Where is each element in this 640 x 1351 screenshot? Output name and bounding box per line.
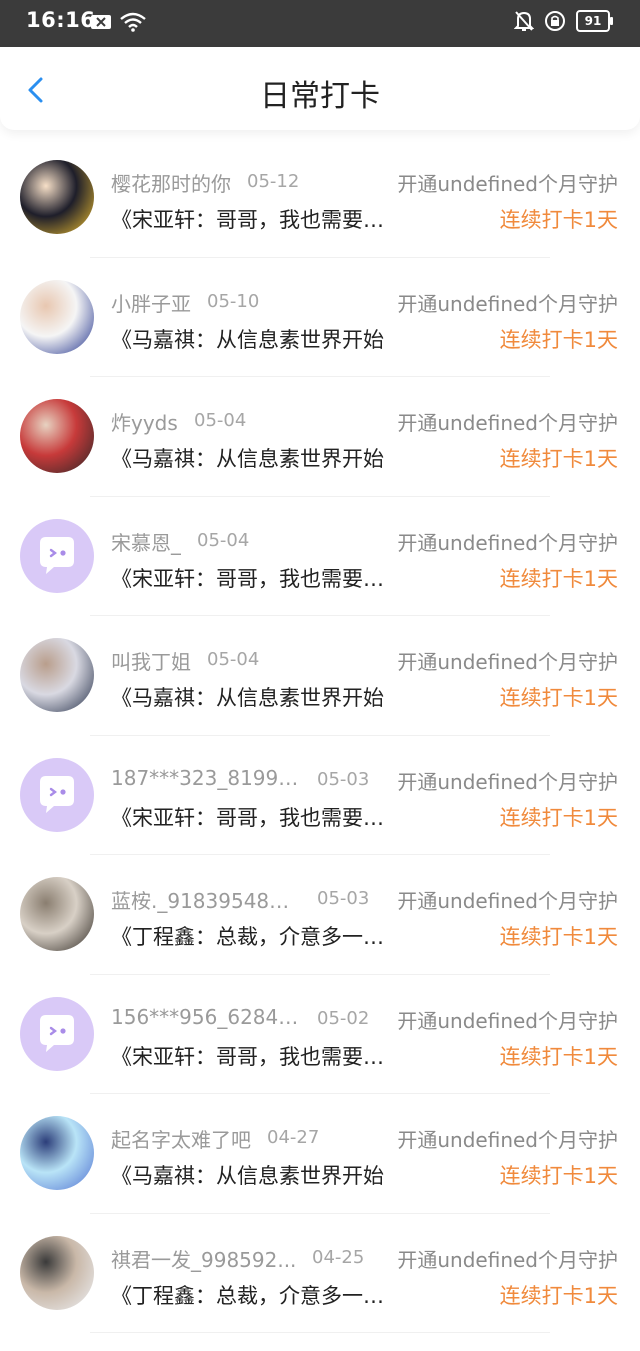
- checkin-date: 05-03: [317, 768, 370, 790]
- user-avatar[interactable]: [20, 877, 94, 951]
- notification-x-icon: [91, 15, 111, 29]
- guard-status: 开通undefined个月守护: [397, 411, 618, 435]
- streak-badge: 连续打卡1天: [499, 208, 618, 232]
- checkin-date: 05-04: [194, 410, 247, 431]
- user-avatar[interactable]: [20, 638, 94, 712]
- checkin-content[interactable]: 《宋亚轩：哥哥，我也需要你的关心: [111, 802, 396, 832]
- streak-badge: 连续打卡1天: [499, 805, 618, 830]
- user-avatar[interactable]: [20, 160, 94, 234]
- checkin-list: 樱花那时的你05-12开通undefined个月守护《宋亚轩：哥哥，我也需要你的…: [0, 138, 640, 1333]
- checkin-content[interactable]: 《丁程鑫：总裁，介意多一个我吗: [111, 1280, 396, 1310]
- checkin-content[interactable]: 《马嘉祺：从信息素世界开始: [111, 682, 396, 712]
- streak-badge: 连续打卡1天: [499, 327, 618, 352]
- user-avatar[interactable]: [20, 1116, 94, 1190]
- checkin-date: 05-04: [207, 649, 260, 670]
- checkin-content[interactable]: 《丁程鑫：总裁，介意多一个我吗: [111, 921, 396, 951]
- list-item[interactable]: 156***956_62840... 05-02 开通undefined个月守护 《宋…: [0, 975, 640, 1095]
- list-item[interactable]: 小胖子亚 05-10 开通undefined个月守护 《马嘉祺：从信息素世界开始 连续打…: [0, 258, 640, 378]
- wifi-icon: [120, 12, 146, 32]
- page-title: 日常打卡: [260, 79, 380, 114]
- user-name[interactable]: 187***323_81997...: [111, 766, 301, 790]
- default-avatar-icon[interactable]: [20, 757, 94, 832]
- user-avatar[interactable]: [20, 279, 94, 354]
- user-avatar[interactable]: [20, 399, 94, 473]
- user-name[interactable]: 祺君一发_998592...: [111, 1244, 296, 1273]
- checkin-content[interactable]: 《宋亚轩：哥哥，我也需要你的关心: [111, 1041, 396, 1071]
- checkin-date: 05-02: [317, 1007, 370, 1029]
- streak-badge: 连续打卡1天: [499, 1164, 618, 1188]
- checkin-date: 04-27: [267, 1127, 320, 1148]
- default-avatar-icon[interactable]: [20, 996, 94, 1071]
- checkin-date: 04-25: [312, 1246, 365, 1268]
- checkin-content[interactable]: 《马嘉祺：从信息素世界开始: [111, 324, 396, 354]
- default-avatar-icon[interactable]: [20, 518, 94, 593]
- list-item[interactable]: 蓝桉._9183954873... 05-03 开通undefined个月守护 《丁程…: [0, 855, 640, 975]
- checkin-date: 05-10: [207, 290, 260, 312]
- battery-indicator: 91: [576, 10, 613, 32]
- user-name[interactable]: 起名字太难了吧: [111, 1124, 251, 1153]
- guard-status: 开通undefined个月守护: [397, 172, 618, 196]
- mute-bell-icon: [514, 11, 534, 31]
- checkin-content[interactable]: 《宋亚轩：哥哥，我也需要你的关心: [111, 204, 396, 234]
- status-bar: 16:16 91: [0, 0, 640, 47]
- user-name[interactable]: 叫我丁姐: [111, 646, 191, 675]
- status-time: 16:16: [26, 8, 96, 32]
- lock-rotation-icon: [545, 11, 565, 31]
- checkin-content[interactable]: 《马嘉祺：从信息素世界开始: [111, 1160, 396, 1190]
- list-item[interactable]: 起名字太难了吧 04-27 开通undefined个月守护 《马嘉祺：从信息素世界开始…: [0, 1094, 640, 1214]
- list-item[interactable]: 祺君一发_998592... 04-25 开通undefined个月守护 《丁程鑫：总…: [0, 1214, 640, 1334]
- guard-status: 开通undefined个月守护: [397, 530, 618, 555]
- user-name[interactable]: 炸yyds: [111, 407, 178, 436]
- list-item[interactable]: 樱花那时的你 05-12 开通undefined个月守护《宋亚轩：哥哥，我也需要你的…: [0, 138, 640, 258]
- user-avatar[interactable]: [20, 1235, 94, 1310]
- streak-badge: 连续打卡1天: [499, 1283, 618, 1308]
- checkin-content[interactable]: 《宋亚轩：哥哥，我也需要你的关心: [111, 563, 396, 593]
- guard-status: 开通undefined个月守护: [397, 1008, 618, 1033]
- user-name[interactable]: 樱花那时的你: [111, 168, 231, 197]
- guard-status: 开通undefined个月守护: [397, 889, 618, 913]
- checkin-content[interactable]: 《马嘉祺：从信息素世界开始: [111, 443, 396, 473]
- status-right-icons: 91: [514, 10, 613, 32]
- user-name[interactable]: 蓝桉._9183954873...: [111, 885, 301, 914]
- guard-status: 开通undefined个月守护: [397, 650, 618, 674]
- header: 日常打卡: [0, 47, 640, 130]
- list-item[interactable]: 炸yyds 05-04 开通undefined个月守护 《马嘉祺：从信息素世界开始 连续…: [0, 377, 640, 497]
- list-item[interactable]: 187***323_81997... 05-03 开通undefined个月守护 《宋…: [0, 736, 640, 856]
- status-left-icons: [90, 12, 146, 32]
- user-name[interactable]: 156***956_62840...: [111, 1005, 301, 1029]
- streak-badge: 连续打卡1天: [499, 447, 618, 471]
- guard-status: 开通undefined个月守护: [397, 291, 618, 316]
- checkin-date: 05-04: [197, 529, 250, 551]
- guard-status: 开通undefined个月守护: [397, 1247, 618, 1272]
- streak-badge: 连续打卡1天: [499, 566, 618, 591]
- checkin-date: 05-12: [247, 171, 300, 192]
- list-item[interactable]: 宋慕恩_ 05-04 开通undefined个月守护《宋亚轩：哥哥，我也需要你的关心…: [0, 497, 640, 617]
- checkin-date: 05-03: [317, 888, 370, 909]
- streak-badge: 连续打卡1天: [499, 1044, 618, 1069]
- guard-status: 开通undefined个月守护: [397, 769, 618, 794]
- user-name[interactable]: 宋慕恩_: [111, 527, 181, 556]
- streak-badge: 连续打卡1天: [499, 686, 618, 710]
- user-name[interactable]: 小胖子亚: [111, 288, 191, 317]
- list-item[interactable]: 叫我丁姐 05-04 开通undefined个月守护 《马嘉祺：从信息素世界开始 连续打…: [0, 616, 640, 736]
- streak-badge: 连续打卡1天: [499, 925, 618, 949]
- guard-status: 开通undefined个月守护: [397, 1128, 618, 1152]
